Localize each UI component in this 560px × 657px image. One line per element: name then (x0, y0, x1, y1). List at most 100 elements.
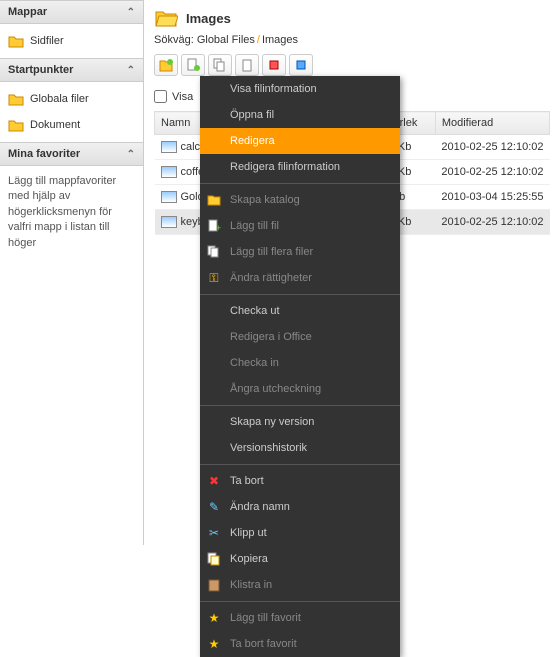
context-menu-item: ⚿ Ändra rättigheter (200, 265, 400, 291)
context-menu-label: Checka ut (230, 305, 280, 317)
breadcrumb-part[interactable]: Global Files (197, 34, 255, 46)
context-menu-separator (200, 405, 400, 406)
sidebar: Mappar ⌃ Sidfiler Startpunkter ⌃ Globala… (0, 0, 144, 545)
context-menu-label: Redigera i Office (230, 331, 312, 343)
toolbar-btn-4[interactable] (235, 54, 259, 76)
breadcrumb-separator: / (257, 34, 260, 46)
context-menu-label: Redigera (230, 135, 275, 147)
context-menu-label: Lägg till favorit (230, 612, 301, 624)
sidebar-section-favoriter[interactable]: Mina favoriter ⌃ (0, 142, 143, 166)
sidebar-item-label: Sidfiler (30, 35, 64, 47)
show-all-label: Visa (172, 91, 193, 103)
sidebar-item-dokument[interactable]: Dokument (0, 112, 143, 138)
context-menu: Visa filinformation Öppna fil Redigera Redi… (200, 76, 400, 657)
chevron-up-icon: ⌃ (127, 65, 135, 76)
breadcrumb: Sökväg: Global Files/Images (154, 34, 550, 46)
context-menu-item: Ångra utcheckning (200, 376, 400, 402)
context-menu-item[interactable]: Checka ut (200, 298, 400, 324)
context-menu-label: Ändra namn (230, 501, 290, 513)
show-all-checkbox[interactable] (154, 90, 167, 103)
context-menu-item[interactable]: Redigera (200, 128, 400, 154)
key-icon: ⚿ (206, 270, 222, 286)
sidebar-item-sidfiler[interactable]: Sidfiler (0, 28, 143, 54)
context-menu-separator (200, 601, 400, 602)
context-menu-item[interactable]: ✂ Klipp ut (200, 520, 400, 546)
delete-icon: ✖ (206, 473, 222, 489)
context-menu-item[interactable]: ✖ Ta bort (200, 468, 400, 494)
context-menu-label: Klipp ut (230, 527, 267, 539)
context-menu-item: ★ Ta bort favorit (200, 631, 400, 657)
image-icon (161, 216, 177, 228)
image-icon (161, 141, 177, 153)
context-menu-item: Checka in (200, 350, 400, 376)
context-menu-label: Ta bort (230, 475, 264, 487)
file-modified: 2010-02-25 12:10:02 (435, 160, 549, 185)
paste-icon (206, 577, 222, 593)
context-menu-separator (200, 464, 400, 465)
context-menu-item[interactable]: Öppna fil (200, 102, 400, 128)
sidebar-item-globala-filer[interactable]: Globala filer (0, 86, 143, 112)
breadcrumb-part[interactable]: Images (262, 34, 298, 46)
context-menu-label: Ändra rättigheter (230, 272, 312, 284)
toolbar-btn-5[interactable] (262, 54, 286, 76)
context-menu-item[interactable]: Versionshistorik (200, 435, 400, 461)
toolbar-btn-6[interactable] (289, 54, 313, 76)
sidebar-item-label: Dokument (30, 119, 80, 131)
chevron-up-icon: ⌃ (127, 7, 135, 18)
file-modified: 2010-02-25 12:10:02 (435, 135, 549, 160)
context-menu-label: Skapa ny version (230, 416, 314, 428)
context-menu-item[interactable]: Skapa ny version (200, 409, 400, 435)
rename-icon: ✎ (206, 499, 222, 515)
context-menu-label: Klistra in (230, 579, 272, 591)
star-icon: ★ (206, 610, 222, 626)
sidebar-section-title: Startpunkter (8, 64, 73, 76)
sidebar-section-title: Mina favoriter (8, 148, 80, 160)
file-add-icon: + (206, 218, 222, 234)
folder-icon (8, 91, 24, 107)
context-menu-item: Klistra in (200, 572, 400, 598)
toolbar-btn-1[interactable] (154, 54, 178, 76)
context-menu-item: ★ Lägg till favorit (200, 605, 400, 631)
context-menu-label: Visa filinformation (230, 83, 317, 95)
folder-icon (8, 117, 24, 133)
chevron-up-icon: ⌃ (127, 149, 135, 160)
files-add-icon (206, 244, 222, 260)
context-menu-label: Öppna fil (230, 109, 274, 121)
context-menu-label: Lägg till flera filer (230, 246, 313, 258)
context-menu-separator (200, 294, 400, 295)
context-menu-item: + Lägg till fil (200, 213, 400, 239)
context-menu-item: Redigera i Office (200, 324, 400, 350)
context-menu-label: Skapa katalog (230, 194, 300, 206)
context-menu-label: Redigera filinformation (230, 161, 340, 173)
favorites-help-text: Lägg till mappfavoriter med hjälp av hög… (0, 166, 143, 259)
file-modified: 2010-02-25 12:10:02 (435, 210, 549, 235)
image-icon (161, 191, 177, 203)
page-title: Images (186, 11, 231, 26)
file-modified: 2010-03-04 15:25:55 (435, 185, 549, 210)
folder-new-icon (206, 192, 222, 208)
context-menu-item[interactable]: Redigera filinformation (200, 154, 400, 180)
context-menu-label: Versionshistorik (230, 442, 307, 454)
copy-icon (206, 551, 222, 567)
toolbar-btn-2[interactable] (181, 54, 205, 76)
toolbar-btn-3[interactable] (208, 54, 232, 76)
folder-icon (8, 33, 24, 49)
path-label: Sökväg: (154, 34, 194, 46)
context-menu-label: Ångra utcheckning (230, 383, 321, 395)
context-menu-item: Lägg till flera filer (200, 239, 400, 265)
context-menu-item[interactable]: ✎ Ändra namn (200, 494, 400, 520)
context-menu-separator (200, 183, 400, 184)
context-menu-item: Skapa katalog (200, 187, 400, 213)
star-icon: ★ (206, 636, 222, 652)
context-menu-label: Kopiera (230, 553, 268, 565)
sidebar-section-startpunkter[interactable]: Startpunkter ⌃ (0, 58, 143, 82)
cut-icon: ✂ (206, 525, 222, 541)
context-menu-item[interactable]: Visa filinformation (200, 76, 400, 102)
folder-open-icon (154, 8, 178, 28)
context-menu-label: Ta bort favorit (230, 638, 297, 650)
sidebar-item-label: Globala filer (30, 93, 89, 105)
col-modified[interactable]: Modifierad (435, 112, 549, 135)
context-menu-label: Lägg till fil (230, 220, 279, 232)
sidebar-section-mappar[interactable]: Mappar ⌃ (0, 0, 143, 24)
context-menu-item[interactable]: Kopiera (200, 546, 400, 572)
